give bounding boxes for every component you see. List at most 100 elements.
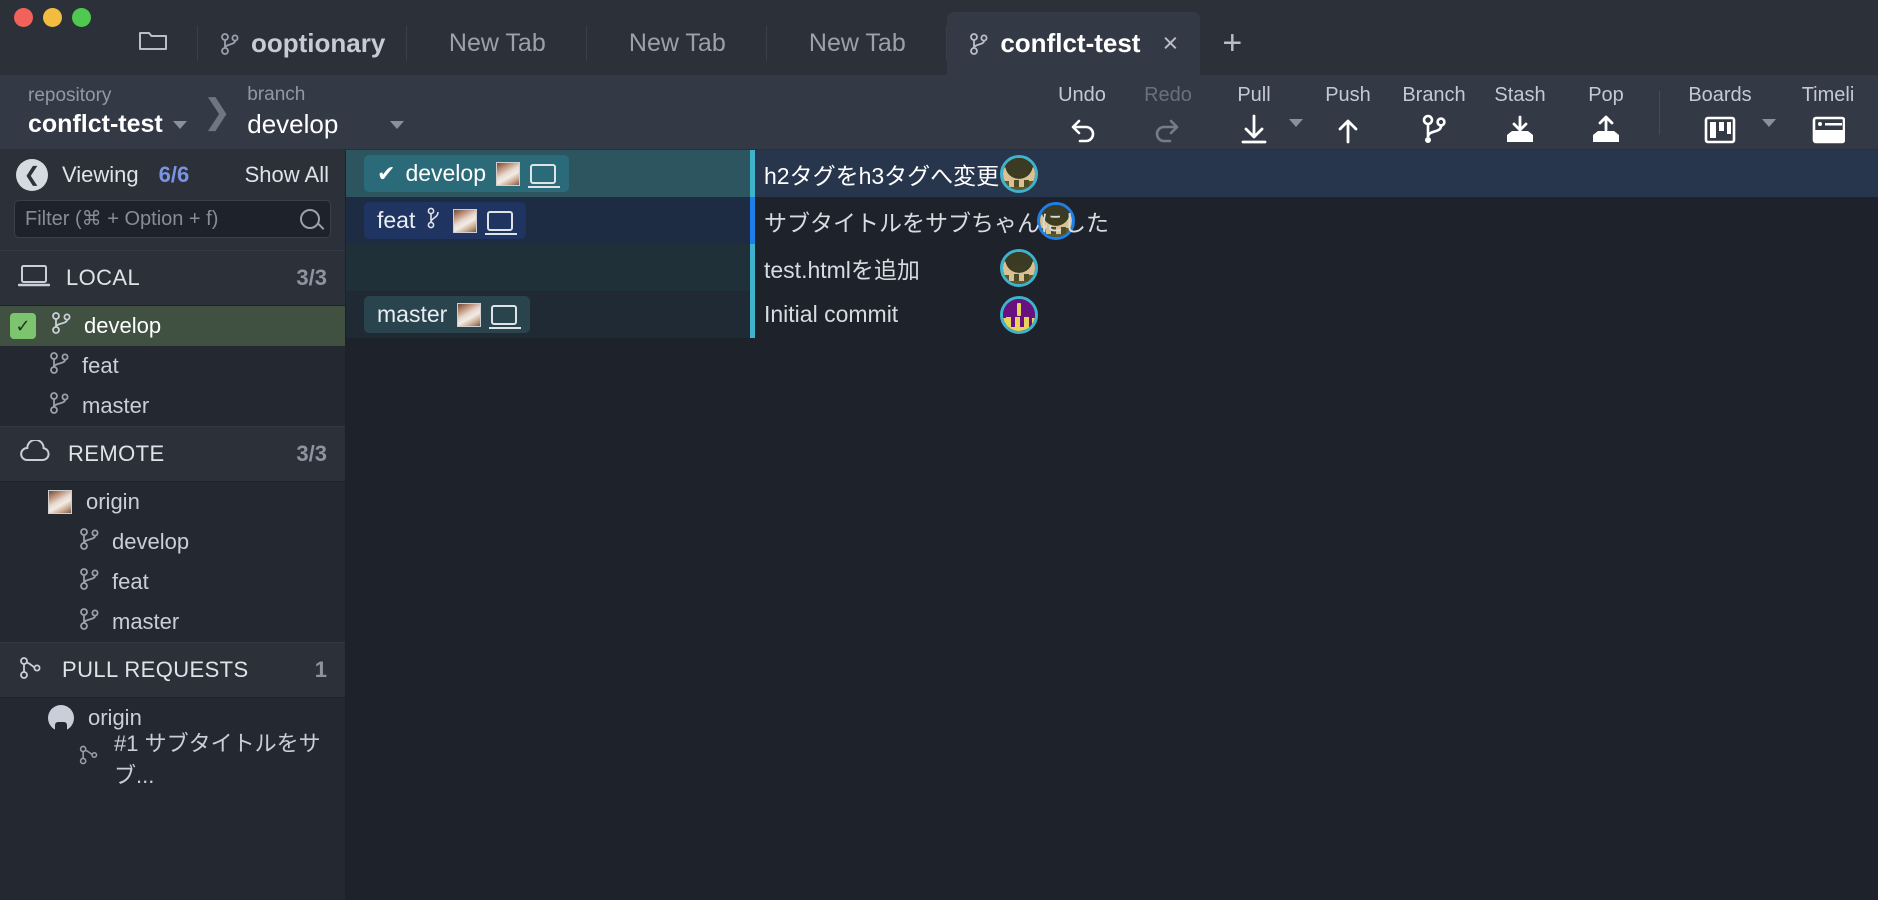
- zoom-window-button[interactable]: [72, 8, 91, 27]
- sidebar-item-local-master[interactable]: master: [0, 386, 345, 426]
- app-window: ooptionary New Tab New Tab New Tab confl…: [0, 0, 1878, 900]
- sidebar-item-label: origin: [86, 489, 140, 514]
- commit-row[interactable]: test.htmlを追加: [346, 244, 1878, 291]
- sidebar-item-local-develop[interactable]: ✓ develop: [0, 306, 345, 346]
- commit-node[interactable]: [1000, 296, 1038, 334]
- breadcrumb-separator-icon: ❯: [202, 93, 232, 131]
- filter-wrapper: [0, 200, 345, 250]
- sidebar-item-label: develop: [112, 529, 190, 554]
- sidebar-item-remote-develop[interactable]: develop: [0, 522, 345, 562]
- boards-button[interactable]: Boards: [1670, 75, 1770, 149]
- undo-label: Undo: [1058, 83, 1106, 106]
- commit-node[interactable]: [1000, 249, 1038, 287]
- sidebar-item-label: feat: [82, 353, 119, 378]
- pull-dropdown-button[interactable]: [1289, 75, 1303, 149]
- filter-box[interactable]: [14, 200, 331, 238]
- search-icon[interactable]: [300, 209, 320, 229]
- branch-badge-develop[interactable]: ✔ develop: [364, 155, 570, 192]
- sidebar-item-label: master: [112, 609, 180, 634]
- sidebar-item-remote-origin[interactable]: origin: [0, 482, 345, 522]
- redo-icon: [1152, 113, 1184, 145]
- close-icon[interactable]: ×: [1162, 28, 1178, 59]
- pull-icon: [1239, 113, 1269, 145]
- branch-selector[interactable]: branch develop: [247, 84, 405, 140]
- branch-icon: [220, 32, 239, 56]
- chevron-down-icon[interactable]: [172, 120, 187, 129]
- tab-conflct-test[interactable]: conflct-test ×: [947, 12, 1201, 75]
- section-count: 1: [314, 657, 327, 682]
- branch-badge-label: feat: [377, 207, 416, 233]
- branch-badge-feat[interactable]: feat: [364, 202, 527, 239]
- commit-row[interactable]: master Initial commit: [346, 291, 1878, 338]
- avatar: [457, 302, 482, 327]
- search-input[interactable]: [25, 207, 320, 231]
- sidebar-item-pr-1[interactable]: #1 サブタイトルをサブ...: [0, 731, 345, 788]
- push-button[interactable]: Push: [1305, 75, 1391, 149]
- sidebar-item-remote-master[interactable]: master: [0, 602, 345, 642]
- section-count: 3/3: [296, 265, 327, 290]
- pop-label: Pop: [1588, 83, 1624, 106]
- commit-node[interactable]: [1000, 155, 1038, 193]
- tab-new-3[interactable]: New Tab: [767, 12, 948, 75]
- boards-dropdown-button[interactable]: [1762, 75, 1776, 149]
- stash-button[interactable]: Stash: [1477, 75, 1563, 149]
- stash-icon: [1504, 113, 1536, 145]
- sidebar-item-remote-feat[interactable]: feat: [0, 562, 345, 602]
- show-all-button[interactable]: Show All: [245, 162, 329, 188]
- tab-ooptionary[interactable]: ooptionary: [198, 12, 408, 75]
- branch-button[interactable]: Branch: [1391, 75, 1477, 149]
- redo-label: Redo: [1144, 83, 1192, 106]
- tab-label: New Tab: [628, 29, 726, 57]
- tab-new-1[interactable]: New Tab: [407, 12, 588, 75]
- commit-lane-cap: [750, 197, 755, 244]
- branch-icon: [969, 32, 988, 56]
- commit-graph-pane[interactable]: ✔ develop h2タグをh3タグへ変更 feat サブタイトルをサブちゃん…: [346, 150, 1878, 900]
- branch-icon: [48, 391, 70, 421]
- sidebar-item-label: #1 サブタイトルをサブ...: [114, 731, 321, 788]
- branch-icon: [50, 311, 72, 341]
- checkbox-checked-icon[interactable]: ✓: [10, 313, 36, 339]
- commit-lane-background: [346, 244, 750, 291]
- sidebar: ❮ Viewing 6/6 Show All LOCAL: [0, 150, 346, 900]
- section-header-pull-requests[interactable]: PULL REQUESTS 1: [0, 642, 345, 698]
- repository-value: conflct-test: [28, 110, 163, 138]
- commit-lane-cap: [750, 291, 755, 338]
- branch-icon: [78, 607, 100, 637]
- pull-label: Pull: [1237, 83, 1271, 106]
- timeline-button[interactable]: Timeli: [1778, 75, 1878, 149]
- new-tab-button[interactable]: +: [1200, 12, 1264, 75]
- pull-request-icon: [78, 743, 102, 773]
- tab-label: New Tab: [448, 29, 546, 57]
- branch-badge-master[interactable]: master: [364, 296, 531, 333]
- tab-new-2[interactable]: New Tab: [587, 12, 768, 75]
- commit-row[interactable]: feat サブタイトルをサブちゃんにした: [346, 197, 1878, 244]
- repository-selector[interactable]: repository conflct-test: [28, 85, 187, 139]
- minimize-window-button[interactable]: [43, 8, 62, 27]
- back-chevron-icon[interactable]: ❮: [16, 159, 48, 191]
- undo-button[interactable]: Undo: [1039, 75, 1125, 149]
- push-icon: [1333, 113, 1363, 145]
- sidebar-item-local-feat[interactable]: feat: [0, 346, 345, 386]
- close-window-button[interactable]: [14, 8, 33, 27]
- commit-row[interactable]: ✔ develop h2タグをh3タグへ変更: [346, 150, 1878, 197]
- commit-lane-cap: [750, 150, 755, 197]
- boards-icon: [1703, 113, 1737, 145]
- avatar: [48, 490, 72, 514]
- branch-icon: [78, 567, 100, 597]
- commit-message: test.htmlを追加: [764, 256, 920, 283]
- branch-label: branch: [247, 84, 306, 105]
- viewing-row: ❮ Viewing 6/6 Show All: [0, 150, 345, 200]
- open-folder-tab[interactable]: [108, 12, 198, 75]
- tab-label: conflct-test: [1000, 28, 1141, 58]
- redo-button[interactable]: Redo: [1125, 75, 1211, 149]
- toolbar-left: repository conflct-test ❯ branch develop: [0, 75, 405, 149]
- chevron-down-icon[interactable]: [390, 120, 405, 129]
- branch-icon: [1420, 113, 1448, 145]
- cloud-icon: [18, 438, 52, 469]
- section-header-local[interactable]: LOCAL 3/3: [0, 250, 345, 306]
- toolbar-divider: [1659, 91, 1660, 135]
- pull-button[interactable]: Pull: [1211, 75, 1297, 149]
- commit-lane-cap: [750, 244, 755, 291]
- section-header-remote[interactable]: REMOTE 3/3: [0, 426, 345, 482]
- pop-button[interactable]: Pop: [1563, 75, 1649, 149]
